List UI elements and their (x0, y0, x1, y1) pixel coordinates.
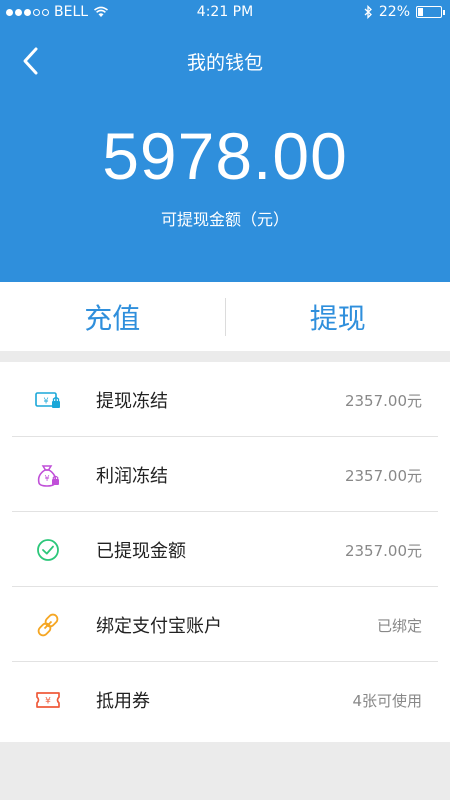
check-circle-icon (37, 539, 59, 561)
list-item-withdraw-frozen[interactable]: ¥ 提现冻结 2357.00元 (0, 362, 450, 437)
withdraw-button[interactable]: 提现 (226, 297, 450, 337)
battery-percentage: 22% (378, 4, 410, 20)
wallet-detail-list: ¥ 提现冻结 2357.00元 ¥ 利润冻结 2357.00元 已提现金额 23… (0, 362, 450, 742)
battery-level-fill (418, 8, 423, 16)
battery-tip (443, 10, 445, 15)
list-item-label: 已提现金额 (96, 541, 186, 562)
list-item-label: 利润冻结 (96, 466, 168, 487)
link-icon (37, 613, 59, 637)
page-title: 我的钱包 (186, 52, 263, 74)
status-right: 22% (364, 4, 445, 20)
svg-text:¥: ¥ (43, 397, 48, 406)
list-item-label: 抵用券 (96, 691, 150, 712)
list-item-withdrawn-amount[interactable]: 已提现金额 2357.00元 (0, 512, 450, 587)
list-item-value: 2357.00元 (344, 542, 422, 560)
coupon-icon: ¥ (36, 692, 60, 708)
svg-text:¥: ¥ (44, 474, 49, 483)
wallet-header: BELL 4:21 PM 22% 我的钱包 5978.00 可提现金额（元） (0, 0, 450, 282)
list-item-coupons[interactable]: ¥ 抵用券 4张可使用 (0, 662, 450, 737)
battery-icon (416, 6, 445, 18)
balance-amount: 5978.00 (102, 119, 348, 193)
list-item-profit-frozen[interactable]: ¥ 利润冻结 2357.00元 (0, 437, 450, 512)
list-item-value: 已绑定 (376, 617, 422, 635)
svg-text:¥: ¥ (45, 697, 51, 707)
status-bar: BELL 4:21 PM 22% (0, 0, 450, 26)
list-item-label: 绑定支付宝账户 (96, 616, 222, 637)
wallet-actions: 充值 提现 (0, 282, 450, 351)
list-item-value: 2357.00元 (344, 467, 422, 485)
list-item-value: 4张可使用 (352, 692, 422, 710)
bluetooth-icon (364, 5, 372, 19)
list-item-label: 提现冻结 (96, 391, 168, 412)
money-bag-lock-icon: ¥ (37, 465, 59, 487)
balance-label: 可提现金额（元） (160, 210, 289, 229)
recharge-button[interactable]: 充值 (0, 297, 225, 337)
cash-lock-icon: ¥ (35, 392, 60, 408)
list-item-bind-alipay[interactable]: 绑定支付宝账户 已绑定 (0, 587, 450, 662)
list-item-value: 2357.00元 (344, 392, 422, 410)
